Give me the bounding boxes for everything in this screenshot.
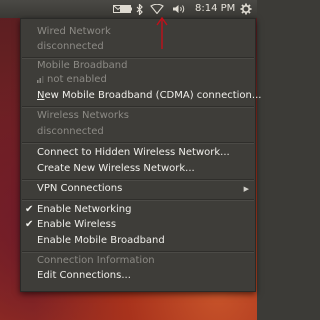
enable-mobile-broadband-item[interactable]: Enable Mobile Broadband (37, 235, 165, 246)
checkmark-icon: ✔ (25, 219, 34, 230)
enable-networking-item[interactable]: Enable Networking (37, 204, 131, 215)
edit-connections-item[interactable]: Edit Connections... (37, 270, 131, 281)
connect-hidden-network-item[interactable]: Connect to Hidden Wireless Network... (37, 147, 230, 158)
submenu-arrow-icon: ▶ (243, 185, 249, 193)
wired-network-status: disconnected (37, 41, 104, 52)
clock[interactable]: 8:14 PM (195, 3, 235, 14)
top-panel: 8:14 PM (0, 0, 257, 18)
create-new-network-item[interactable]: Create New Wireless Network... (37, 163, 195, 174)
signal-icon (37, 75, 45, 86)
new-mobile-broadband-item[interactable]: New Mobile Broadband (CDMA) connection..… (37, 90, 261, 101)
vpn-connections-item[interactable]: VPN Connections (37, 183, 122, 194)
wifi-icon[interactable] (149, 2, 165, 16)
mobile-broadband-header: Mobile Broadband (37, 60, 128, 71)
new-mobile-broadband-label: ew Mobile Broadband (CDMA) connection... (44, 90, 262, 101)
enable-wireless-item[interactable]: Enable Wireless (37, 219, 116, 230)
separator (22, 179, 254, 181)
separator (22, 106, 254, 108)
network-menu: Wired Network disconnected Mobile Broadb… (20, 18, 261, 292)
mobile-broadband-status: not enabled (47, 74, 107, 85)
separator (22, 199, 254, 201)
separator (22, 251, 254, 253)
separator (22, 57, 254, 59)
volume-icon[interactable] (172, 2, 186, 16)
checkmark-icon: ✔ (25, 204, 34, 215)
annotation-arrow-icon (156, 16, 168, 49)
wireless-networks-header: Wireless Networks (37, 110, 129, 121)
separator (22, 142, 254, 144)
wired-network-header: Wired Network (37, 26, 111, 37)
battery-icon[interactable] (120, 2, 132, 16)
gear-icon[interactable] (239, 2, 253, 16)
connection-information-item: Connection Information (37, 255, 155, 266)
bluetooth-icon[interactable] (135, 2, 143, 16)
wireless-networks-status: disconnected (37, 126, 104, 137)
